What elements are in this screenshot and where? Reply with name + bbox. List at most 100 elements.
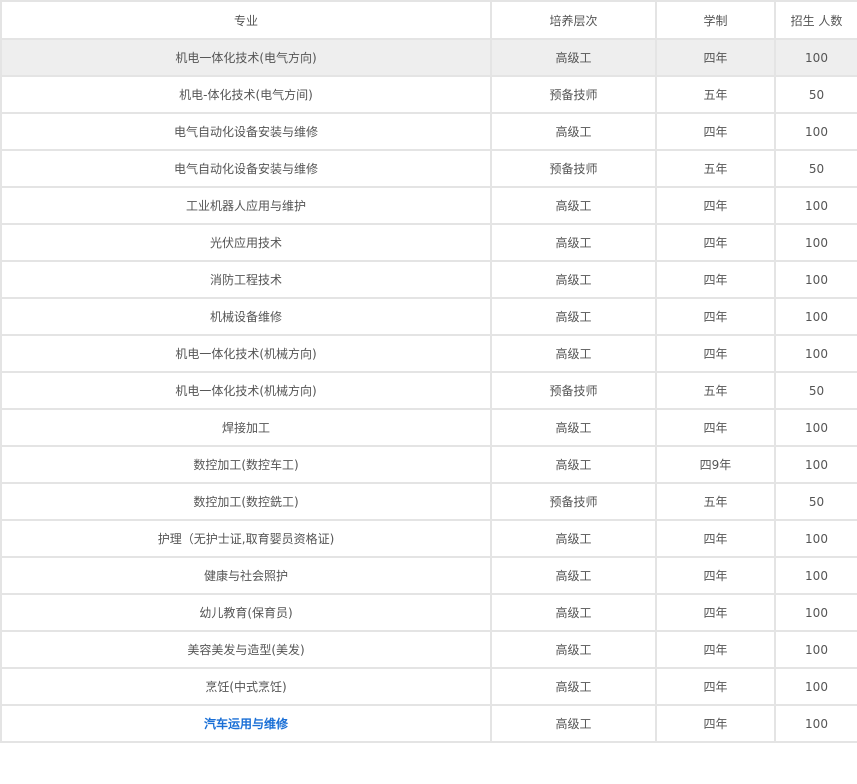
cell-count: 100: [774, 260, 857, 299]
cell-years: 四年: [655, 630, 776, 669]
cell-years: 四年: [655, 667, 776, 706]
cell-level: 高级工: [490, 445, 657, 484]
header-years: 学制: [655, 0, 776, 40]
cell-major: 焊接加工: [0, 408, 492, 447]
cell-years: 四年: [655, 112, 776, 151]
table-row: 机电-体化技术(电气方间) 预备技师 五年 50: [0, 75, 857, 114]
cell-count: 100: [774, 186, 857, 225]
cell-level: 高级工: [490, 630, 657, 669]
cell-level: 高级工: [490, 667, 657, 706]
table-row[interactable]: 机电一体化技术(电气方向) 高级工 四年 100: [0, 38, 857, 77]
cell-count: 100: [774, 334, 857, 373]
table-row: 焊接加工 高级工 四年 100: [0, 408, 857, 447]
table-row: 机电一体化技术(机械方向) 预备技师 五年 50: [0, 371, 857, 410]
cell-years: 四年: [655, 704, 776, 743]
cell-major: 机电一体化技术(机械方向): [0, 334, 492, 373]
table-row: 消防工程技术 高级工 四年 100: [0, 260, 857, 299]
cell-years: 五年: [655, 75, 776, 114]
cell-level: 预备技师: [490, 149, 657, 188]
cell-level: 高级工: [490, 260, 657, 299]
table-row: 机电一体化技术(机械方向) 高级工 四年 100: [0, 334, 857, 373]
cell-count: 100: [774, 223, 857, 262]
cell-major: 美容美发与造型(美发): [0, 630, 492, 669]
cell-level: 高级工: [490, 556, 657, 595]
header-level: 培养层次: [490, 0, 657, 40]
cell-level: 高级工: [490, 223, 657, 262]
cell-major: 健康与社会照护: [0, 556, 492, 595]
cell-count: 100: [774, 519, 857, 558]
cell-major: 数控加工(数控銑工): [0, 482, 492, 521]
cell-count: 100: [774, 112, 857, 151]
cell-count: 50: [774, 482, 857, 521]
table-row: 护理（无护士证,取育婴员资格证) 高级工 四年 100: [0, 519, 857, 558]
cell-level: 高级工: [490, 408, 657, 447]
cell-major: 工业机器人应用与维护: [0, 186, 492, 225]
table-row: 美容美发与造型(美发) 高级工 四年 100: [0, 630, 857, 669]
cell-level: 高级工: [490, 112, 657, 151]
cell-years: 五年: [655, 482, 776, 521]
cell-major: 机电一体化技术(机械方向): [0, 371, 492, 410]
cell-level: 高级工: [490, 186, 657, 225]
table-row: 汽车运用与维修 高级工 四年 100: [0, 704, 857, 743]
cell-years: 四年: [655, 186, 776, 225]
cell-major: 护理（无护士证,取育婴员资格证): [0, 519, 492, 558]
cell-major: 幼儿教育(保育员): [0, 593, 492, 632]
major-link-auto-repair[interactable]: 汽车运用与维修: [204, 717, 288, 731]
cell-years: 五年: [655, 371, 776, 410]
cell-level: 高级工: [490, 519, 657, 558]
table-row: 机械设备维修 高级工 四年 100: [0, 297, 857, 336]
cell-count: 100: [774, 704, 857, 743]
cell-years: 四年: [655, 593, 776, 632]
table-header-row: 专业 培养层次 学制 招生 人数: [0, 0, 857, 40]
cell-level: 高级工: [490, 593, 657, 632]
cell-level: 高级工: [490, 704, 657, 743]
table-row: 光伏应用技术 高级工 四年 100: [0, 223, 857, 262]
cell-count: 100: [774, 408, 857, 447]
table-row: 电气自动化设备安装与维修 预备技师 五年 50: [0, 149, 857, 188]
cell-level: 高级工: [490, 38, 657, 77]
cell-major: 消防工程技术: [0, 260, 492, 299]
cell-level: 预备技师: [490, 371, 657, 410]
cell-count: 50: [774, 75, 857, 114]
cell-major: 机电-体化技术(电气方间): [0, 75, 492, 114]
table-row: 数控加工(数控銑工) 预备技师 五年 50: [0, 482, 857, 521]
cell-major: 数控加工(数控车工): [0, 445, 492, 484]
table-row: 健康与社会照护 高级工 四年 100: [0, 556, 857, 595]
cell-major: 电气自动化设备安装与维修: [0, 112, 492, 151]
cell-major: 光伏应用技术: [0, 223, 492, 262]
cell-count: 100: [774, 667, 857, 706]
enrollment-table: 专业 培养层次 学制 招生 人数 机电一体化技术(电气方向) 高级工 四年 10…: [0, 0, 857, 743]
cell-years: 四年: [655, 223, 776, 262]
cell-count: 100: [774, 445, 857, 484]
cell-years: 四年: [655, 519, 776, 558]
cell-level: 预备技师: [490, 75, 657, 114]
table-row: 电气自动化设备安装与维修 高级工 四年 100: [0, 112, 857, 151]
table-row: 烹饪(中式烹饪) 高级工 四年 100: [0, 667, 857, 706]
cell-years: 四年: [655, 38, 776, 77]
cell-years: 四9年: [655, 445, 776, 484]
cell-years: 四年: [655, 556, 776, 595]
cell-years: 四年: [655, 334, 776, 373]
cell-level: 预备技师: [490, 482, 657, 521]
cell-count: 100: [774, 593, 857, 632]
cell-major: 机电一体化技术(电气方向): [0, 38, 492, 77]
table-row: 幼儿教育(保育员) 高级工 四年 100: [0, 593, 857, 632]
cell-count: 100: [774, 556, 857, 595]
cell-major: 烹饪(中式烹饪): [0, 667, 492, 706]
cell-count: 50: [774, 371, 857, 410]
table-row: 数控加工(数控车工) 高级工 四9年 100: [0, 445, 857, 484]
cell-count: 50: [774, 149, 857, 188]
cell-major: 电气自动化设备安装与维修: [0, 149, 492, 188]
cell-years: 五年: [655, 149, 776, 188]
cell-major: 汽车运用与维修: [0, 704, 492, 743]
table-row: 工业机器人应用与维护 高级工 四年 100: [0, 186, 857, 225]
cell-level: 高级工: [490, 297, 657, 336]
cell-count: 100: [774, 38, 857, 77]
cell-count: 100: [774, 297, 857, 336]
cell-major: 机械设备维修: [0, 297, 492, 336]
cell-level: 高级工: [490, 334, 657, 373]
cell-count: 100: [774, 630, 857, 669]
cell-years: 四年: [655, 260, 776, 299]
cell-years: 四年: [655, 297, 776, 336]
header-major: 专业: [0, 0, 492, 40]
